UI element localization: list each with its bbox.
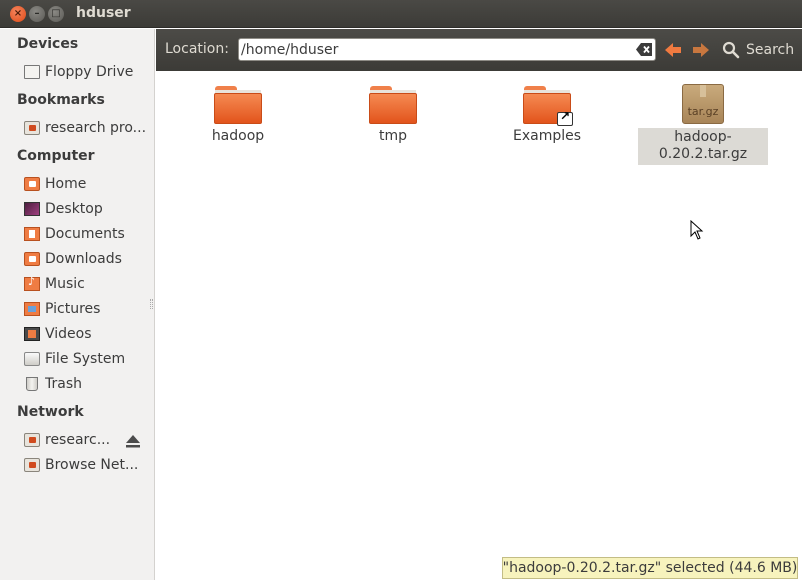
folder-icon	[214, 84, 262, 124]
sidebar-item-videos[interactable]: Videos	[24, 323, 150, 345]
maximize-window-icon[interactable]: □	[48, 6, 64, 22]
search-label: Search	[746, 42, 795, 58]
trash-icon	[26, 377, 38, 391]
file-item-hadoop[interactable]: hadoop	[173, 84, 303, 145]
search-button[interactable]: Search	[722, 38, 794, 62]
sidebar-item-label: Videos	[45, 326, 92, 342]
desktop-icon	[24, 202, 40, 216]
sidebar-item-home[interactable]: Home	[24, 173, 150, 195]
sidebar-item-label: research pro...	[45, 120, 147, 136]
location-field[interactable]	[238, 38, 656, 61]
videos-folder-icon	[24, 327, 40, 341]
sidebar-item-floppy-drive[interactable]: Floppy Drive	[24, 61, 150, 83]
file-view[interactable]: hadoop tmp Examples tar.gz hadoop-0.20.2…	[156, 71, 802, 580]
sidebar-item-label: Floppy Drive	[45, 64, 134, 80]
status-bar: "hadoop-0.20.2.tar.gz" selected (44.6 MB…	[502, 557, 798, 579]
close-window-icon[interactable]: ×	[10, 6, 26, 22]
sidebar-item-research-bookmark[interactable]: research pro...	[24, 117, 150, 139]
sidebar-resize-handle[interactable]	[150, 299, 153, 309]
sidebar-item-research-share[interactable]: researc...	[24, 429, 120, 451]
file-item-examples[interactable]: Examples	[482, 84, 612, 145]
minimize-window-icon[interactable]: –	[29, 6, 45, 22]
file-item-hadoop-archive[interactable]: tar.gz hadoop-0.20.2.tar.gz	[638, 84, 768, 165]
sidebar-item-label: Music	[45, 276, 85, 292]
sidebar-heading-network: Network	[17, 404, 84, 420]
sidebar-item-desktop[interactable]: Desktop	[24, 198, 150, 220]
pictures-folder-icon	[24, 302, 40, 316]
location-toolbar: Location: Search	[156, 29, 802, 71]
sidebar-item-music[interactable]: Music	[24, 273, 150, 295]
forward-arrow-icon[interactable]	[690, 39, 712, 61]
sidebar-heading-devices: Devices	[17, 36, 79, 52]
location-label: Location:	[165, 41, 229, 57]
home-folder-icon	[24, 177, 40, 191]
window-title: hduser	[76, 5, 131, 21]
eject-icon[interactable]	[125, 433, 141, 449]
file-manager-window: × – □ hduser Devices Floppy Drive Bookma…	[0, 0, 802, 580]
location-input[interactable]	[241, 40, 631, 59]
documents-folder-icon	[24, 227, 40, 241]
sidebar-item-file-system[interactable]: File System	[24, 348, 150, 370]
sidebar-item-label: Downloads	[45, 251, 122, 267]
file-name: hadoop	[211, 128, 265, 144]
sidebar-heading-bookmarks: Bookmarks	[17, 92, 105, 108]
floppy-icon	[24, 65, 40, 79]
downloads-folder-icon	[24, 252, 40, 266]
search-icon	[722, 41, 740, 59]
file-name: tmp	[378, 128, 407, 144]
sidebar-item-trash[interactable]: Trash	[24, 373, 150, 395]
network-folder-icon	[24, 458, 40, 472]
archive-icon-label: tar.gz	[687, 105, 719, 118]
music-folder-icon	[24, 275, 40, 291]
harddisk-icon	[24, 352, 40, 366]
sidebar-item-label: Desktop	[45, 201, 103, 217]
back-arrow-icon[interactable]	[662, 39, 684, 61]
sidebar-heading-computer: Computer	[17, 148, 95, 164]
network-folder-icon	[24, 433, 40, 447]
sidebar-item-label: Pictures	[45, 301, 101, 317]
symlink-arrow-icon	[557, 109, 573, 126]
sidebar-item-pictures[interactable]: Pictures	[24, 298, 150, 320]
sidebar-item-label: Documents	[45, 226, 125, 242]
sidebar-item-label: Trash	[45, 376, 82, 392]
title-bar[interactable]: × – □ hduser	[0, 0, 802, 28]
sidebar-item-label: Home	[45, 176, 87, 192]
places-sidebar: Devices Floppy Drive Bookmarks research …	[0, 29, 155, 580]
file-name: Examples	[512, 128, 582, 144]
sidebar-item-browse-network[interactable]: Browse Net...	[24, 454, 150, 476]
sidebar-item-downloads[interactable]: Downloads	[24, 248, 150, 270]
mouse-cursor-icon	[690, 220, 704, 240]
archive-icon: tar.gz	[679, 84, 727, 124]
folder-icon	[369, 84, 417, 124]
sidebar-item-label: File System	[45, 351, 126, 367]
file-item-tmp[interactable]: tmp	[328, 84, 458, 145]
sidebar-item-label: researc...	[45, 432, 111, 448]
clear-text-icon[interactable]	[636, 42, 653, 57]
network-folder-icon	[24, 121, 40, 135]
sidebar-item-documents[interactable]: Documents	[24, 223, 150, 245]
sidebar-item-label: Browse Net...	[45, 457, 139, 473]
folder-link-icon	[523, 84, 573, 126]
file-name: hadoop-0.20.2.tar.gz	[638, 128, 768, 165]
